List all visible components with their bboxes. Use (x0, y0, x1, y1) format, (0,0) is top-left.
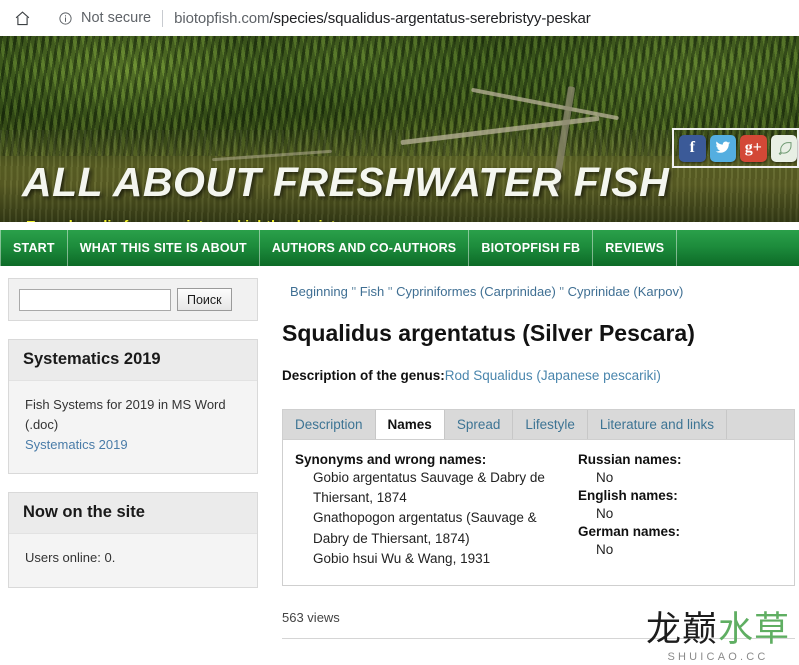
genus-description-line: Description of the genus:Rod Squalidus (… (278, 348, 799, 383)
sidebar: Поиск Systematics 2019 Fish Systems for … (8, 278, 258, 606)
omnibox-divider (162, 9, 164, 27)
species-tabs-container: Description Names Spread Lifestyle Liter… (282, 408, 795, 586)
english-names-label: English names: (577, 488, 678, 503)
security-status-label: Not secure (81, 10, 152, 26)
address-bar[interactable]: Not secure biotopfish.com/species/squali… (44, 4, 799, 32)
russian-names-value: No (595, 469, 614, 485)
breadcrumb-separator: " (351, 284, 357, 299)
facebook-icon[interactable]: f (679, 134, 706, 162)
url-domain: biotopfish.com (174, 9, 270, 27)
systematics-2019-link[interactable]: Systematics 2019 (25, 437, 128, 452)
tab-strip-filler (726, 409, 794, 439)
content-divider (282, 638, 795, 639)
watermark-domain: SHUICAO.CC (667, 651, 769, 663)
breadcrumb: Beginning " Fish " Cypriniformes (Carpri… (278, 274, 799, 309)
synonyms-label: Synonyms and wrong names: (295, 451, 487, 467)
synonym-item: Gnathopogon argentatus (Sauvage & Dabry … (313, 510, 537, 546)
home-icon (15, 10, 29, 25)
german-names-group: German names: No (578, 524, 784, 560)
english-names-group: English names: No (578, 488, 784, 524)
twitter-bird-icon (715, 141, 731, 153)
vkontakte-icon[interactable] (770, 134, 797, 162)
tab-panel-names: Synonyms and wrong names: Gobio argentat… (283, 439, 794, 585)
main-content: Beginning " Fish " Cypriniformes (Carpri… (278, 274, 799, 639)
widget-title: Systematics 2019 (9, 340, 257, 381)
breadcrumb-item-beginning[interactable]: Beginning (290, 284, 348, 299)
synonym-item: Gobio argentatus Sauvage & Dabry de Thie… (313, 469, 545, 505)
nav-item-reviews[interactable]: REVIEWS (593, 230, 678, 266)
page-title: Squalidus argentatus (Silver Pescara) (282, 320, 695, 346)
widget-now-on-the-site: Now on the site Users online: 0. (8, 492, 258, 588)
page-body: Поиск Systematics 2019 Fish Systems for … (0, 266, 799, 665)
german-names-value: No (595, 542, 614, 558)
home-button[interactable] (0, 0, 44, 36)
genus-link[interactable]: Rod Squalidus (Japanese pescariki) (445, 368, 661, 383)
names-by-language-column: Russian names: No English names: No Germ… (564, 452, 784, 569)
russian-names-label: Russian names: (577, 451, 682, 467)
nav-item-start[interactable]: START (0, 230, 68, 266)
russian-names-group: Russian names: No (578, 452, 784, 488)
nav-item-about[interactable]: WHAT THIS SITE IS ABOUT (68, 230, 260, 266)
widget-body: Users online: 0. (9, 534, 257, 587)
breadcrumb-item-cyprinidae[interactable]: Cyprinidae (Karpov) (568, 284, 684, 299)
tab-literature-and-links[interactable]: Literature and links (587, 409, 727, 439)
synonym-item: Gobio hsui Wu & Wang, 1931 (313, 550, 491, 566)
tab-names[interactable]: Names (375, 409, 445, 439)
twitter-icon[interactable] (709, 134, 736, 162)
german-names-label: German names: (577, 524, 680, 540)
social-links: f g+ (672, 128, 799, 168)
tab-lifestyle[interactable]: Lifestyle (513, 409, 588, 439)
nav-item-authors[interactable]: AUTHORS AND CO-AUTHORS (260, 230, 470, 266)
site-banner: ALL ABOUT FRESHWATER FISH Encyclopedia f… (0, 36, 799, 222)
breadcrumb-item-fish[interactable]: Fish (360, 284, 385, 299)
url-text: biotopfish.com/species/squalidus-argenta… (174, 10, 591, 27)
tab-description[interactable]: Description (283, 409, 376, 439)
main-navigation: START WHAT THIS SITE IS ABOUT AUTHORS AN… (0, 228, 799, 266)
tab-spread[interactable]: Spread (444, 409, 514, 439)
search-input[interactable] (19, 288, 171, 311)
widget-title: Now on the site (9, 493, 257, 535)
widget-body: Fish Systems for 2019 in MS Word (.doc) … (9, 381, 257, 474)
google-plus-icon[interactable]: g+ (740, 134, 767, 162)
search-widget: Поиск (8, 278, 258, 321)
tab-strip: Description Names Spread Lifestyle Liter… (283, 409, 794, 440)
users-online-text: Users online: 0. (25, 550, 116, 566)
english-names-value: No (595, 506, 614, 521)
info-circle-icon (59, 11, 72, 25)
nav-item-biotopfish-fb[interactable]: BIOTOPFISH FB (469, 230, 594, 266)
widget-text: Fish Systems for 2019 in MS Word (.doc) (25, 397, 226, 433)
search-button[interactable]: Поиск (177, 288, 232, 311)
genus-label: Description of the genus: (282, 367, 445, 383)
breadcrumb-item-cypriniformes[interactable]: Cypriniformes (Carprinidae) (396, 284, 556, 299)
feather-icon (778, 142, 792, 156)
site-tagline: Encyclopedia for aquarists and ichthyolo… (26, 219, 343, 222)
view-counter: 563 views (282, 610, 340, 625)
breadcrumb-separator: " (559, 284, 565, 299)
browser-toolbar: Not secure biotopfish.com/species/squali… (0, 0, 799, 36)
site-title: ALL ABOUT FRESHWATER FISH (22, 159, 670, 205)
synonyms-column: Synonyms and wrong names: Gobio argentat… (295, 452, 564, 569)
widget-systematics-2019: Systematics 2019 Fish Systems for 2019 i… (8, 339, 258, 475)
url-path: /species/squalidus-argentatus-serebristy… (269, 9, 591, 27)
breadcrumb-separator: " (387, 284, 393, 299)
